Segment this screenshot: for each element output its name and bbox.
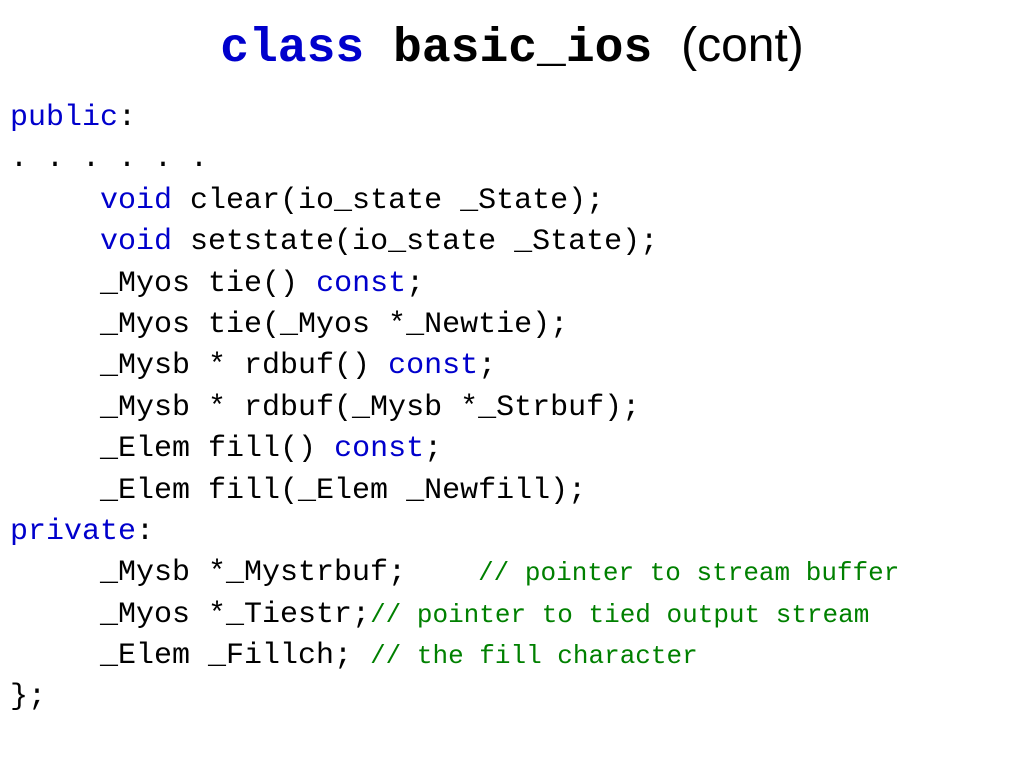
code-block: public: . . . . . . void clear(io_state … — [10, 98, 899, 719]
kw-const: const — [334, 432, 424, 466]
comment: // pointer to stream buffer — [478, 558, 899, 588]
kw-const: const — [388, 349, 478, 383]
code-text: ; — [478, 349, 496, 383]
code-text: _Myos *_Tiestr; — [10, 598, 370, 632]
code-text: _Elem fill() — [10, 432, 334, 466]
code-text: _Mysb *_Mystrbuf; — [10, 556, 478, 590]
code-text: ; — [424, 432, 442, 466]
kw-const: const — [316, 267, 406, 301]
kw-void: void — [100, 184, 172, 218]
code-text: : — [136, 515, 154, 549]
code-text: setstate(io_state _State); — [172, 225, 658, 259]
code-text: _Myos tie() — [10, 267, 316, 301]
title-class-name: basic_ios — [393, 22, 652, 76]
slide: class basic_ios (cont) public: . . . . .… — [0, 0, 1024, 768]
title-keyword: class — [220, 22, 364, 76]
comment: // the fill character — [370, 641, 698, 671]
code-text: _Myos tie(_Myos *_Newtie); — [10, 308, 568, 342]
code-text: : — [118, 101, 136, 135]
code-text: clear(io_state _State); — [172, 184, 604, 218]
kw-void: void — [100, 225, 172, 259]
comment: // pointer to tied output stream — [370, 600, 869, 630]
title-cont: (cont) — [681, 19, 804, 72]
kw-private: private — [10, 515, 136, 549]
slide-title: class basic_ios (cont) — [0, 18, 1024, 76]
code-text: }; — [10, 680, 46, 714]
code-text: _Elem fill(_Elem _Newfill); — [10, 474, 586, 508]
code-text: _Mysb * rdbuf(_Mysb *_Strbuf); — [10, 391, 640, 425]
kw-public: public — [10, 101, 118, 135]
code-text: . . . . . . — [10, 142, 208, 176]
code-text: _Elem _Fillch; — [10, 639, 370, 673]
code-text: _Mysb * rdbuf() — [10, 349, 388, 383]
code-text: ; — [406, 267, 424, 301]
